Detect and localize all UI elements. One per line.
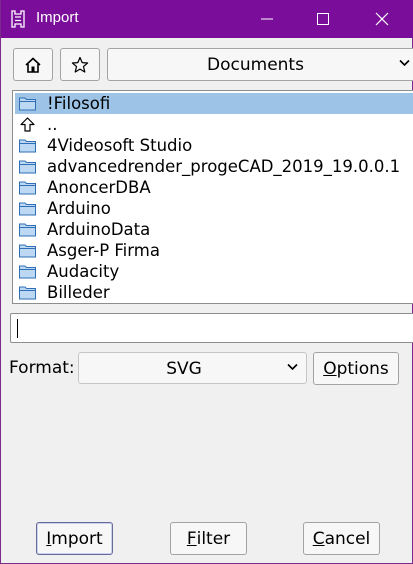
folder-icon (19, 181, 36, 195)
list-item-label: ArduinoData (47, 220, 151, 239)
list-item-label: Audacity (47, 262, 120, 281)
list-item-label: advancedrender_progeCAD_2019_19.0.0.1 (47, 157, 401, 176)
minimize-icon (261, 18, 273, 20)
options-label-rest: ptions (336, 358, 389, 379)
close-icon (375, 12, 389, 26)
list-item-label: Billeder (47, 283, 110, 302)
chevron-down-icon (399, 59, 410, 67)
maximize-button[interactable] (300, 0, 346, 38)
import-button[interactable]: Import (36, 522, 113, 555)
title-bar[interactable]: Import (1, 0, 413, 38)
format-label: Format: (9, 358, 75, 378)
cancel-button[interactable]: Cancel (303, 522, 380, 555)
list-item[interactable]: advancedrender_progeCAD_2019_19.0.0.1 (15, 156, 413, 177)
list-item-label: AnoncerDBA (47, 178, 151, 197)
list-item[interactable]: .. (15, 114, 413, 135)
home-icon (25, 56, 41, 73)
close-button[interactable] (359, 0, 405, 38)
folder-icon (19, 265, 36, 279)
list-item[interactable]: Billeder (15, 282, 413, 303)
list-item[interactable]: Audacity (15, 261, 413, 282)
format-select[interactable]: SVG (78, 352, 307, 384)
filename-input[interactable] (10, 313, 413, 343)
up-arrow-icon (20, 117, 35, 132)
filter-label-rest: ilter (196, 528, 231, 549)
star-icon (71, 56, 89, 73)
list-item[interactable]: !Filosofi (15, 93, 413, 114)
list-item-label: .. (47, 115, 58, 134)
current-folder-select[interactable]: Documents (107, 48, 413, 81)
list-item-label: !Filosofi (47, 94, 111, 113)
maximize-icon (317, 13, 329, 25)
list-item[interactable]: 4Videosoft Studio (15, 135, 413, 156)
import-dialog: Import Documents !Filosofi .. 4Videosoft… (0, 0, 413, 564)
cancel-mnemonic: C (312, 528, 325, 549)
minimize-button[interactable] (244, 0, 290, 38)
chevron-down-icon (287, 363, 298, 371)
home-button[interactable] (13, 48, 53, 81)
options-mnemonic: O (323, 358, 337, 379)
list-item[interactable]: Asger-P Firma (15, 240, 413, 261)
folder-icon (19, 97, 36, 111)
favorites-button[interactable] (60, 48, 100, 81)
list-item[interactable]: ArduinoData (15, 219, 413, 240)
cancel-label-rest: ancel (324, 528, 371, 549)
filter-mnemonic: F (186, 528, 197, 549)
list-item[interactable]: Arduino (15, 198, 413, 219)
options-button[interactable]: Options (313, 352, 399, 385)
window-title: Import (36, 9, 79, 26)
folder-icon (19, 139, 36, 153)
list-item[interactable]: AnoncerDBA (15, 177, 413, 198)
folder-icon (19, 286, 36, 300)
folder-icon (19, 223, 36, 237)
file-list[interactable]: !Filosofi .. 4Videosoft Studio advancedr… (12, 90, 413, 304)
folder-icon (19, 202, 36, 216)
folder-icon (19, 244, 36, 258)
list-item-label: 4Videosoft Studio (47, 136, 193, 155)
list-item-label: Arduino (47, 199, 111, 218)
folder-icon (19, 160, 36, 174)
format-value: SVG (166, 359, 202, 379)
current-folder-value: Documents (207, 55, 304, 75)
filter-button[interactable]: Filter (170, 522, 247, 555)
list-item-label: Asger-P Firma (47, 241, 160, 260)
app-icon (11, 10, 25, 28)
import-label-rest: mport (51, 528, 103, 549)
text-caret (17, 319, 18, 338)
